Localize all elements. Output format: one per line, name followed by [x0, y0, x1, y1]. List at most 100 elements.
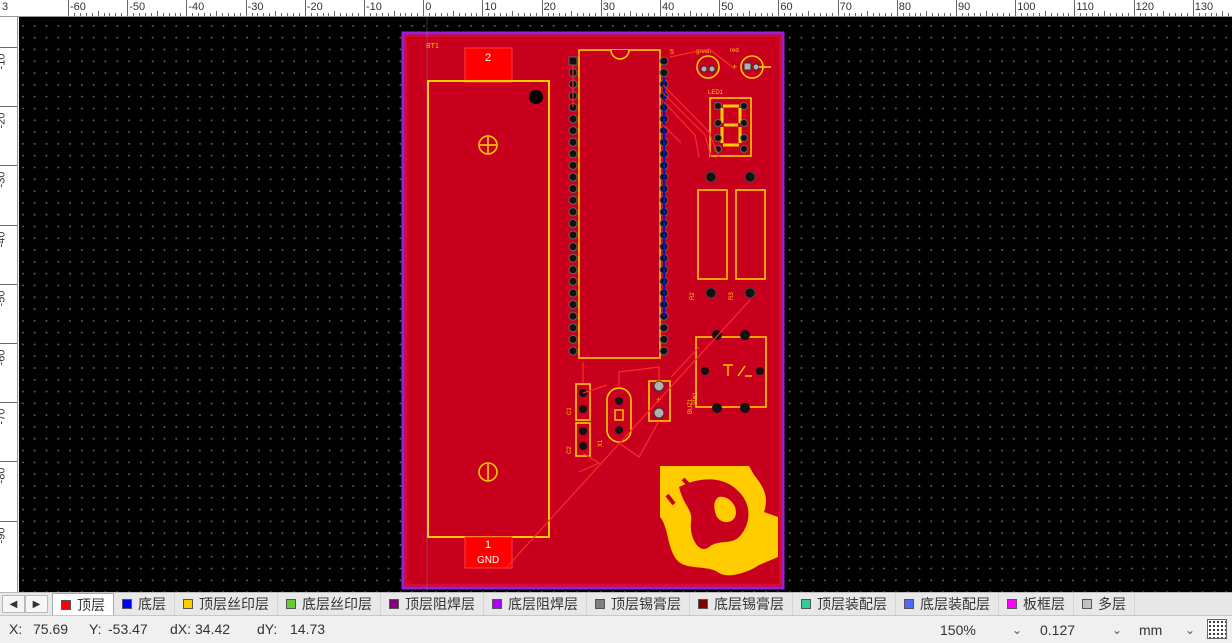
r3-pad-top[interactable]	[744, 171, 756, 183]
mcu-pin-pad[interactable]	[568, 126, 578, 136]
mcu-pin-pad[interactable]	[568, 195, 578, 205]
mcu-pin-pad[interactable]	[568, 114, 578, 124]
grid-size-select[interactable]: 0.127 ⌄	[1036, 619, 1126, 640]
ruler-left-tick	[0, 402, 17, 404]
red-led-pad[interactable]	[743, 62, 752, 71]
layer-tab-label: 底层锡膏层	[714, 596, 784, 612]
mcu-pin-pad[interactable]	[568, 300, 578, 310]
layer-tab-label: 底层阻焊层	[508, 596, 578, 612]
mcu-pin-pad[interactable]	[568, 207, 578, 217]
seven-seg-pad[interactable]	[714, 102, 722, 110]
seven-seg-pad[interactable]	[714, 119, 722, 127]
layer-tab[interactable]: 底层	[114, 593, 175, 615]
mcu-pin-pad[interactable]	[568, 149, 578, 159]
switch-pad[interactable]	[740, 403, 750, 413]
seven-seg-pad[interactable]	[714, 134, 722, 142]
crystal-pad[interactable]	[615, 426, 623, 434]
seven-seg-pad[interactable]	[740, 145, 748, 153]
layer-tab[interactable]: 顶层锡膏层	[587, 593, 690, 615]
buzzer-pad[interactable]	[653, 380, 665, 392]
ruler-left-tick-label: -60	[0, 349, 8, 366]
battery-pin1-label: 1	[485, 539, 491, 551]
ruler-top-tick-label: 20	[543, 1, 556, 13]
ruler-top-tick	[956, 0, 957, 16]
mcu-pin-pad[interactable]	[568, 334, 578, 344]
seven-seg-pad[interactable]	[740, 134, 748, 142]
horizontal-ruler: 3 -60 -50 -40 -30 -20 -10 0 10 20 30 40 50 60 70 80 90 1…	[0, 0, 1232, 17]
ruler-top-tick	[837, 0, 839, 16]
mcu-pin-pad[interactable]	[568, 253, 578, 263]
c2-label: C2	[567, 446, 573, 454]
mcu-pin-pad[interactable]	[568, 323, 578, 333]
mcu-pin-pad[interactable]	[568, 172, 578, 182]
switch-pad[interactable]	[740, 330, 750, 340]
ruler-top-tick	[1074, 0, 1076, 16]
layer-tab-label: 底层	[138, 596, 166, 612]
mcu-pin-pad[interactable]	[659, 323, 669, 333]
switch-pad[interactable]	[712, 403, 722, 413]
zoom-select[interactable]: 150% ⌄	[936, 619, 1028, 640]
r3-label: R3	[729, 292, 735, 300]
layer-tab[interactable]: 底层装配层	[896, 593, 999, 615]
mcu-pin-pad[interactable]	[568, 242, 578, 252]
layer-tab[interactable]: 顶层	[52, 593, 114, 615]
mcu-pin-pad[interactable]	[568, 311, 578, 321]
c1-pad[interactable]	[579, 405, 587, 413]
mcu-pin-pad[interactable]	[568, 288, 578, 298]
layer-tab[interactable]: 顶层阻焊层	[381, 593, 484, 615]
ruler-top-tick-label: 50	[721, 1, 734, 13]
layer-color-swatch	[61, 599, 71, 610]
mcu-pin-pad[interactable]	[568, 184, 578, 194]
ruler-top-tick-label: 10	[484, 1, 497, 13]
layer-tab[interactable]: 底层丝印层	[278, 593, 381, 615]
seven-seg-pad[interactable]	[740, 119, 748, 127]
buzzer-label: BUZ1	[688, 398, 694, 414]
switch-pad[interactable]	[701, 367, 709, 375]
green-led-pad[interactable]	[700, 65, 708, 73]
layer-color-swatch	[801, 599, 811, 609]
pcb-board-drawing[interactable]: BT1 2 1 GND 5 green red + LED1 R2 R3 SW1…	[19, 17, 1232, 592]
buzzer-pad[interactable]	[653, 407, 665, 419]
r3-pad-bottom[interactable]	[744, 287, 756, 299]
ruler-left-tick-label: -50	[0, 290, 8, 307]
battery-pin2-label: 2	[485, 52, 491, 64]
layer-tab[interactable]: 多层	[1074, 593, 1135, 615]
switch-pad[interactable]	[756, 367, 764, 375]
units-value: mm	[1139, 621, 1163, 638]
mcu-pin-pad[interactable]	[568, 160, 578, 170]
r2-pad-bottom[interactable]	[705, 287, 717, 299]
mcu-pin-pad[interactable]	[568, 276, 578, 286]
crystal-pad[interactable]	[615, 397, 623, 405]
ruler-top-tick-label: 90	[958, 1, 971, 13]
mcu-pin-pad[interactable]	[568, 56, 578, 66]
mcu-pin-pad[interactable]	[659, 346, 669, 356]
layer-tab[interactable]: 底层锡膏层	[690, 593, 793, 615]
c2-pad[interactable]	[579, 427, 587, 435]
red-led-pad[interactable]	[752, 63, 760, 71]
units-select[interactable]: mm ⌄	[1135, 619, 1199, 640]
mcu-pin-pad[interactable]	[568, 137, 578, 147]
layer-tab[interactable]: 底层阻焊层	[484, 593, 587, 615]
ruler-top-tick	[304, 0, 306, 16]
layer-tab[interactable]: 板框层	[999, 593, 1074, 615]
ruler-top-tick	[423, 0, 425, 16]
mcu-pin-pad[interactable]	[568, 265, 578, 275]
mcu-pin-pad[interactable]	[568, 346, 578, 356]
mcu-pin-pad[interactable]	[659, 68, 669, 78]
layer-tab[interactable]: 顶层装配层	[793, 593, 896, 615]
mcu-pin-pad[interactable]	[659, 56, 669, 66]
scroll-left-button[interactable]: ◀	[2, 595, 25, 613]
grid-toggle-icon[interactable]	[1207, 619, 1227, 639]
mcu-pin-pad[interactable]	[568, 218, 578, 228]
c2-pad[interactable]	[579, 442, 587, 450]
r2-pad-top[interactable]	[705, 171, 717, 183]
layer-color-swatch	[904, 599, 914, 609]
pcb-canvas[interactable]: BT1 2 1 GND 5 green red + LED1 R2 R3 SW1…	[19, 17, 1232, 592]
layer-tab[interactable]: 顶层丝印层	[175, 593, 278, 615]
scroll-right-button[interactable]: ▶	[25, 595, 48, 613]
mcu-pin-pad[interactable]	[659, 334, 669, 344]
layer-tab-label: 多层	[1098, 596, 1126, 612]
green-led-pad[interactable]	[708, 65, 716, 73]
seven-seg-pad[interactable]	[740, 102, 748, 110]
mcu-pin-pad[interactable]	[568, 230, 578, 240]
